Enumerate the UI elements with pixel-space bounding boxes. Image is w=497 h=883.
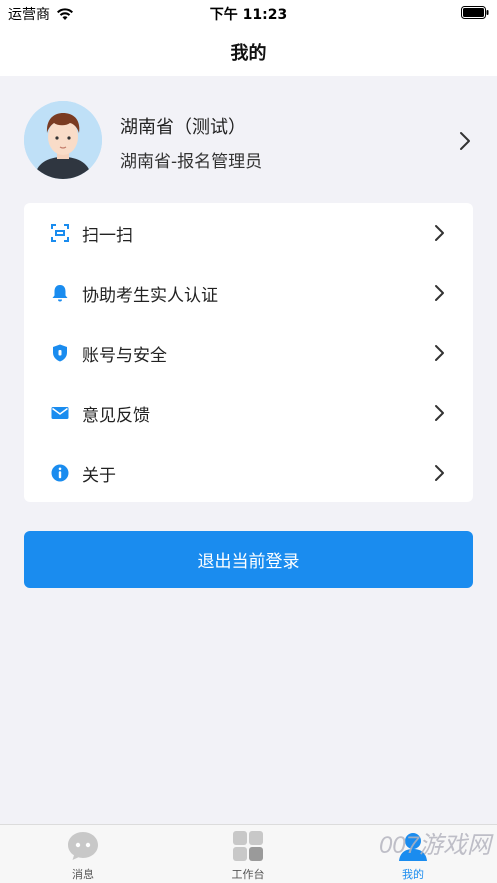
menu-label: 意见反馈 xyxy=(82,405,150,426)
mail-icon xyxy=(51,407,69,419)
tab-label: 工作台 xyxy=(231,868,265,881)
chevron-right-icon xyxy=(435,285,444,301)
tab-label: 消息 xyxy=(72,868,94,881)
chevron-right-icon xyxy=(435,345,444,361)
message-icon xyxy=(68,832,98,860)
menu-label: 账号与安全 xyxy=(82,345,167,366)
menu-label: 关于 xyxy=(82,465,116,486)
menu-item-scan[interactable]: 扫一扫 xyxy=(24,203,473,263)
nav-bar: 我的 xyxy=(0,26,497,76)
menu-item-feedback[interactable]: 意见反馈 xyxy=(24,383,473,443)
profile-role: 湖南省-报名管理员 xyxy=(120,152,263,172)
profile-name: 湖南省（测试） xyxy=(120,117,246,138)
chevron-right-icon xyxy=(435,225,444,241)
battery-icon xyxy=(461,6,489,19)
avatar xyxy=(24,101,102,179)
info-icon xyxy=(51,464,69,482)
chevron-right-icon xyxy=(460,132,470,150)
grid-icon xyxy=(233,831,263,861)
status-bar: 运营商 下午 11:23 xyxy=(0,0,497,26)
profile-card[interactable]: 湖南省（测试） 湖南省-报名管理员 xyxy=(0,95,497,187)
logout-button[interactable]: 退出当前登录 xyxy=(24,531,473,588)
shield-icon xyxy=(53,344,67,362)
menu-card: 扫一扫 协助考生实人认证 账号与安全 意见反馈 关于 xyxy=(24,203,473,502)
avatar-icon xyxy=(24,101,102,179)
tab-label: 我的 xyxy=(402,868,424,881)
status-time: 下午 11:23 xyxy=(209,7,288,23)
tab-messages[interactable]: 消息 xyxy=(43,829,123,883)
menu-item-about[interactable]: 关于 xyxy=(24,443,473,503)
chevron-right-icon xyxy=(435,405,444,421)
page-title: 我的 xyxy=(230,43,267,64)
menu-label: 协助考生实人认证 xyxy=(82,285,218,306)
menu-item-account-security[interactable]: 账号与安全 xyxy=(24,323,473,383)
bell-icon xyxy=(52,285,68,302)
scan-icon xyxy=(51,224,69,242)
chevron-right-icon xyxy=(435,465,444,481)
watermark: 007游戏网 xyxy=(378,832,491,859)
tab-workbench[interactable]: 工作台 xyxy=(208,829,288,883)
menu-label: 扫一扫 xyxy=(82,225,133,246)
menu-item-assist-verify[interactable]: 协助考生实人认证 xyxy=(24,263,473,323)
